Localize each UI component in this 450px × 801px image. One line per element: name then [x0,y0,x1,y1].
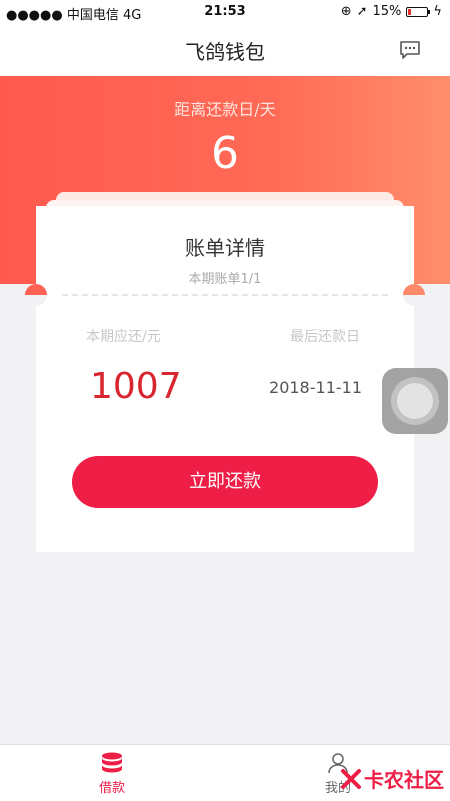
repay-now-button[interactable]: 立即还款 [72,456,378,508]
bill-title: 账单详情 [185,236,265,260]
lock-rotation-icon: ⊕ [340,4,352,19]
nav-bar: 飞鸽钱包 [0,24,450,76]
countdown-days: 6 [211,128,239,179]
status-right: ⊕ ➚ 15% ϟ [341,4,442,19]
amount-label: 本期应还/元 [86,329,161,345]
tab-borrow[interactable]: 借款 [72,751,152,796]
location-icon: ➚ [356,4,368,19]
due-date-label: 最后还款日 [290,329,360,345]
countdown-label: 距离还款日/天 [174,100,276,119]
watermark-text: 卡农社区 [364,768,444,792]
page-title: 飞鸽钱包 [185,40,265,64]
battery-percent: 15% [372,4,402,19]
ticket-notch-right [403,284,425,306]
watermark: 卡农社区 [340,764,444,793]
dashed-divider [62,294,388,296]
due-date-value: 2018-11-11 [269,378,362,397]
watermark-logo-icon [341,768,361,789]
chat-bubble-icon [400,41,420,59]
bill-card: 账单详情 本期账单1/1 本期应还/元 最后还款日 1007 2018-11-1… [25,206,425,552]
tab-borrow-label: 借款 [98,781,125,796]
battery-fill [408,8,412,15]
assistive-touch-ring [391,377,439,425]
assistive-touch-button[interactable] [382,368,448,434]
bill-period: 本期账单1/1 [188,272,262,287]
database-icon [102,752,122,773]
ticket-notch-left [25,284,47,306]
amount-value: 1007 [90,366,182,407]
message-button[interactable] [398,38,422,62]
battery-icon [406,6,431,17]
assistive-touch-core [397,383,433,419]
status-bar: ●●●●● 中国电信 4G 21:53 ⊕ ➚ 15% ϟ [0,0,450,24]
charging-icon: ϟ [433,4,442,19]
